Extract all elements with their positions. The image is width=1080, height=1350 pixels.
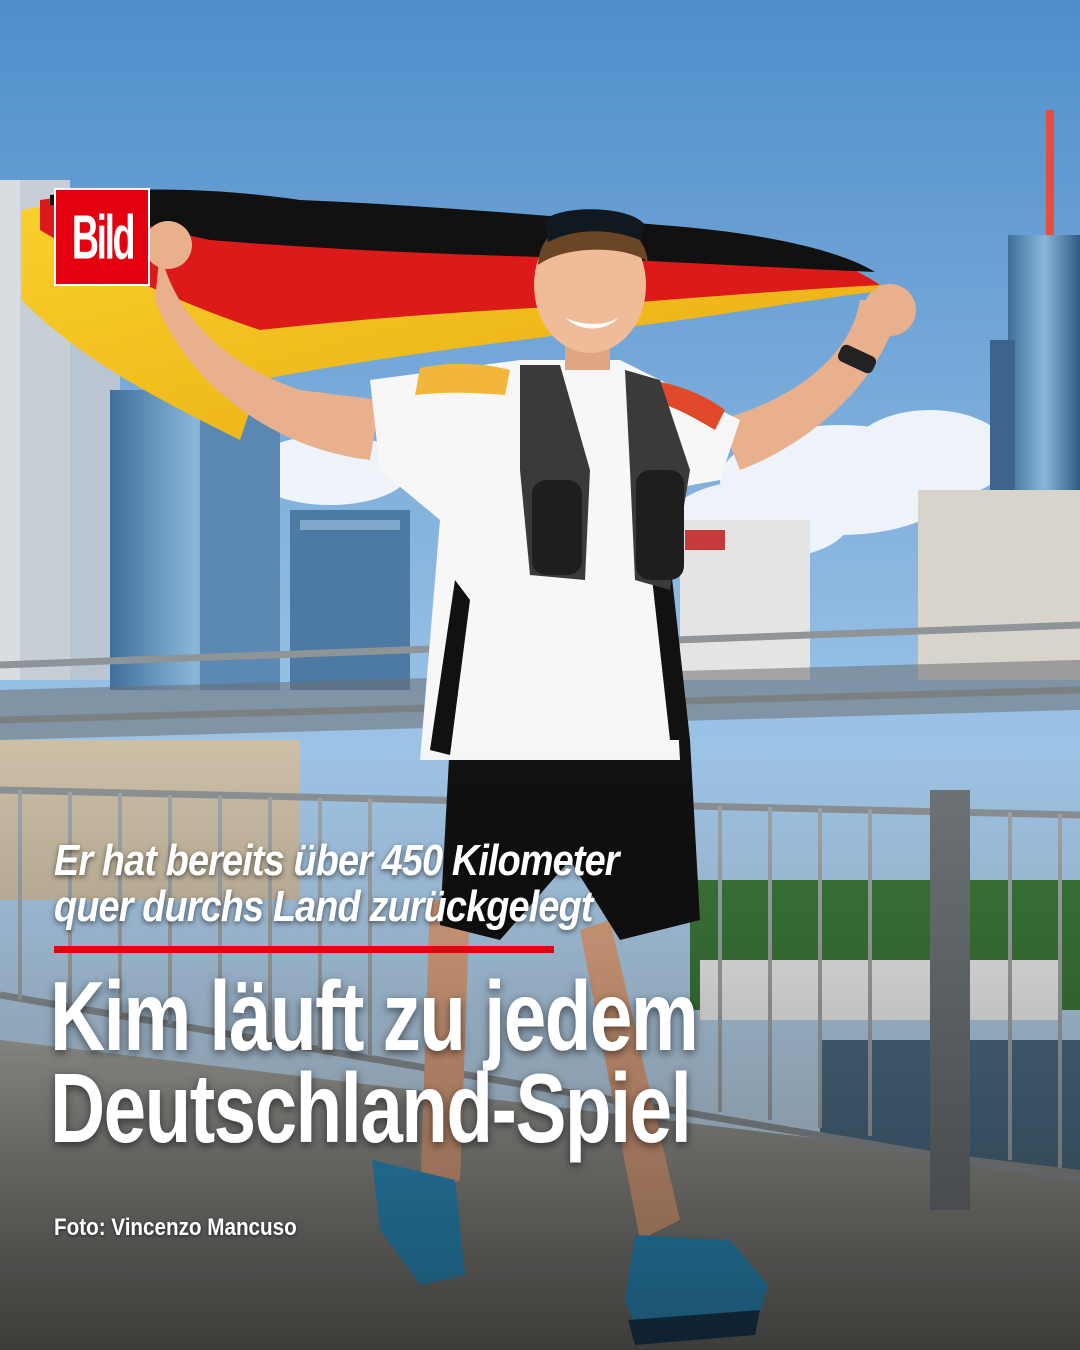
headline: Kim läuft zu jedem Deutschland-Spiel (50, 961, 830, 1163)
bild-logo: Bild (54, 188, 150, 286)
kicker-text: Er hat bereits über 450 Kilometer quer d… (54, 838, 673, 930)
bild-logo-text: Bild (71, 201, 135, 273)
kicker-line-2: quer durchs Land zurückgelegt (54, 882, 593, 931)
headline-line-2: Deutschland-Spiel (50, 1053, 692, 1163)
photo-credit: Foto: Vincenzo Mancuso (54, 1214, 297, 1241)
photo-background: Bild Er hat bereits über 450 Kilometer q… (0, 0, 1080, 1350)
accent-divider (54, 946, 554, 953)
kicker-line-1: Er hat bereits über 450 Kilometer (54, 836, 620, 885)
headline-line-1: Kim läuft zu jedem (50, 961, 699, 1071)
